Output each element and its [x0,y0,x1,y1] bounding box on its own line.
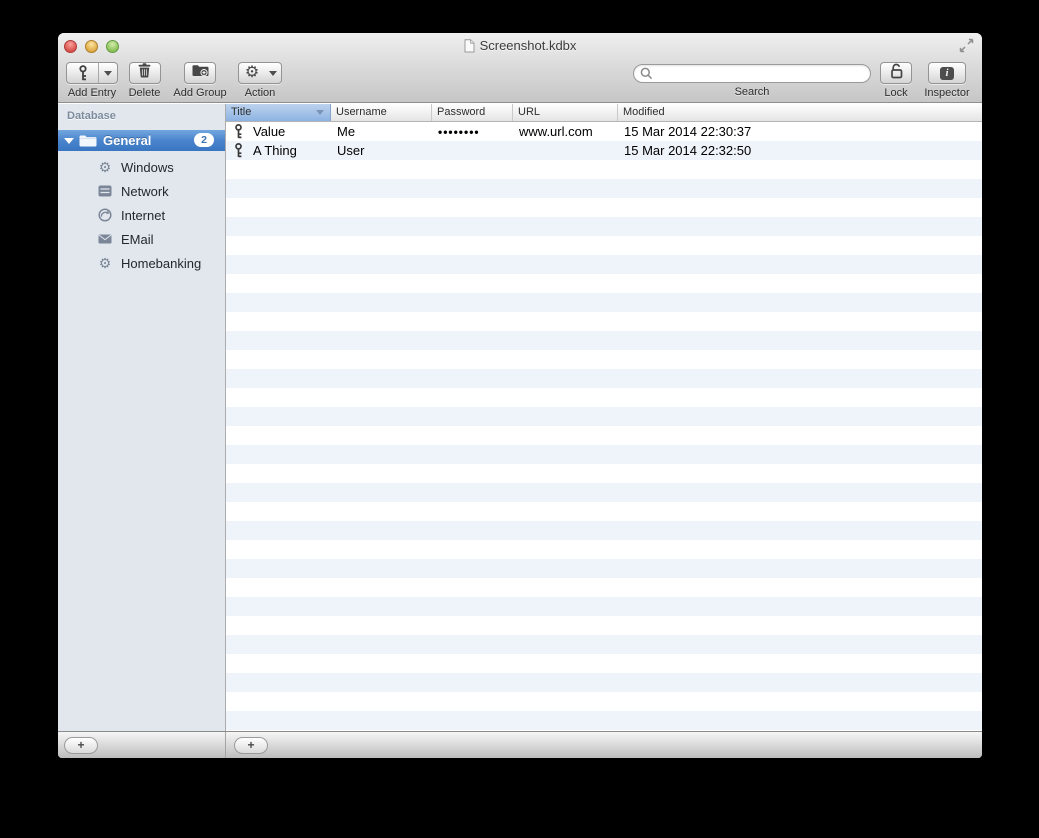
entry-row[interactable]: Value Me •••••••• www.url.com 15 Mar 201… [226,122,982,141]
action-group: ⚙ Action [238,62,282,99]
entry-username: User [337,143,365,158]
sidebar-item-email[interactable]: EMail [58,227,225,251]
entry-modified: 15 Mar 2014 22:32:50 [624,143,752,158]
column-header-url[interactable]: URL [513,104,618,121]
sidebar-item-label: Homebanking [121,255,202,271]
column-header-password[interactable]: Password [432,104,513,121]
entry-title: A Thing [253,143,297,158]
action-button[interactable]: ⚙ [238,62,282,84]
add-entry-dropdown[interactable] [99,63,117,83]
sidebar-item-label: Windows [121,159,174,175]
lock-group: Lock [880,62,912,99]
search-group: Search [633,62,871,98]
bottom-bar: + + [58,731,982,758]
sidebar-item-windows[interactable]: ⚙ Windows [58,155,225,179]
table-header: Title Username Password URL Modified [226,104,982,122]
lock-label: Lock [884,87,908,99]
lock-button[interactable] [880,62,912,84]
entry-username: Me [337,124,356,139]
add-entry-group: Add Entry [66,62,118,99]
inspector-button[interactable]: i [928,62,966,84]
delete-group: Delete [126,62,163,99]
sidebar-item-label: EMail [121,231,154,247]
add-group-label: Add Group [173,87,227,99]
chevron-down-icon [104,70,113,76]
column-header-title[interactable]: Title [226,104,331,121]
entry-title: Value [253,124,286,139]
gear-icon: ⚙ [244,64,260,81]
globe-icon [97,208,113,222]
search-label: Search [734,86,770,98]
info-icon: i [940,66,954,80]
entry-modified: 15 Mar 2014 22:30:37 [624,124,752,139]
sort-descending-icon [316,110,324,115]
column-header-label: URL [518,106,541,118]
sidebar-item-label: Internet [121,207,166,223]
fullscreen-icon[interactable] [958,38,975,53]
bottom-bar-divider [225,732,226,758]
window-title: Screenshot.kdbx [479,38,577,53]
titlebar-toolbar[interactable]: Screenshot.kdbx Add Entry Delete Add Gro… [58,33,982,103]
inspector-label: Inspector [924,87,970,99]
search-icon [640,67,653,80]
sidebar-group-label: General [103,133,152,148]
add-group-group: Add Group [172,62,228,99]
column-header-username[interactable]: Username [331,104,432,121]
add-entry-pill-button[interactable]: + [234,737,268,754]
delete-button[interactable] [128,62,161,84]
gear-icon: ⚙ [98,159,112,175]
disclosure-triangle-icon[interactable] [64,137,74,144]
entry-password-masked: •••••••• [438,125,480,139]
action-label: Action [244,87,276,99]
key-icon [67,63,98,83]
inspector-group: i Inspector [923,62,971,99]
column-header-label: Modified [623,106,665,118]
window-title-area: Screenshot.kdbx [58,38,982,53]
action-dropdown[interactable] [265,63,281,83]
chevron-down-icon [269,70,277,76]
app-window: Screenshot.kdbx Add Entry Delete Add Gro… [58,33,982,758]
sidebar: Database General 2 ⚙ Windows Network Int… [58,104,226,731]
sidebar-section-label: Database [67,110,116,122]
sidebar-item-homebanking[interactable]: ⚙ Homebanking [58,251,225,275]
trash-icon [138,63,151,83]
sidebar-item-internet[interactable]: Internet [58,203,225,227]
envelope-icon [97,234,113,244]
sidebar-item-label: Network [121,183,169,199]
sidebar-item-network[interactable]: Network [58,179,225,203]
column-header-label: Password [437,106,486,118]
folder-plus-icon [192,64,209,82]
search-field[interactable] [633,64,871,83]
add-entry-label: Add Entry [67,87,117,99]
column-header-modified[interactable]: Modified [618,104,982,121]
key-icon [235,124,242,139]
add-entry-button[interactable] [66,62,118,84]
document-icon [464,38,475,52]
add-group-button[interactable] [184,62,216,84]
add-group-pill-button[interactable]: + [64,737,98,754]
delete-label: Delete [128,87,161,99]
entry-count-badge: 2 [194,133,214,147]
sidebar-group-general[interactable]: General 2 [58,130,225,151]
entry-url: www.url.com [519,124,593,139]
entry-row[interactable]: A Thing User 15 Mar 2014 22:32:50 [226,141,982,160]
gear-icon: ⚙ [98,255,112,271]
server-icon [97,185,113,197]
key-icon [235,143,242,158]
column-header-label: Username [336,106,387,118]
search-input[interactable] [657,65,864,82]
padlock-open-icon [889,63,904,84]
column-header-label: Title [231,106,252,118]
table-body[interactable]: Value Me •••••••• www.url.com 15 Mar 201… [226,122,982,731]
folder-icon [79,135,97,146]
entry-table: Title Username Password URL Modified Val… [226,104,982,731]
